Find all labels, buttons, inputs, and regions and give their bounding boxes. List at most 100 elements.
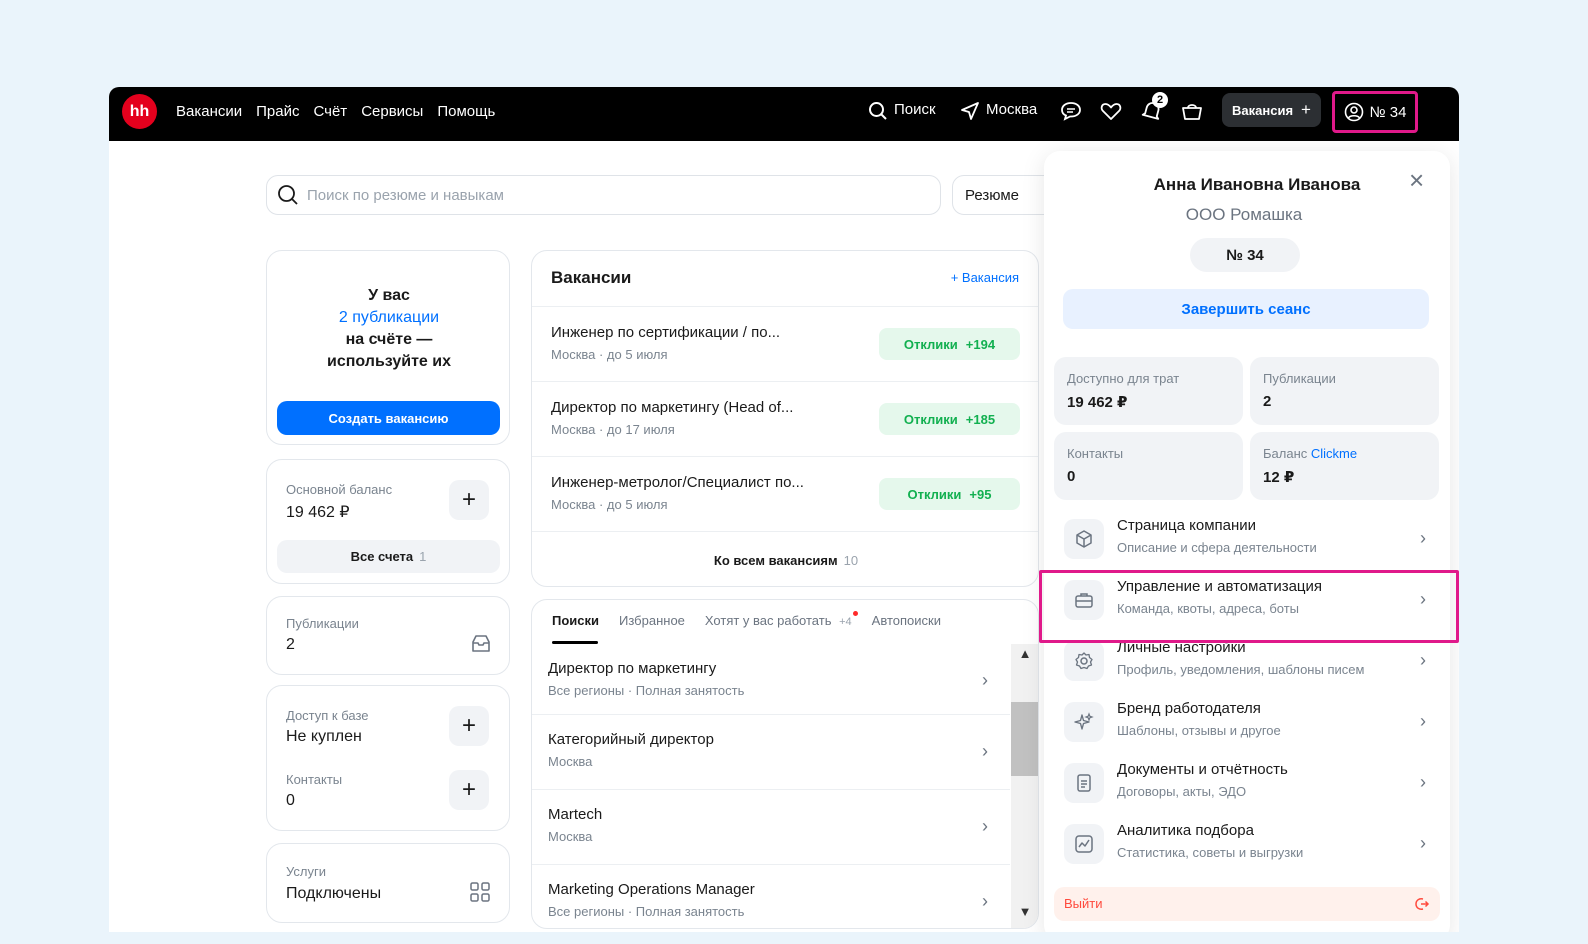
clickme-link[interactable]: Clickme — [1311, 446, 1357, 461]
hh-logo[interactable]: hh — [122, 94, 157, 129]
stat-available: Доступно для трат 19 462 ₽ — [1054, 357, 1243, 425]
top-up-button[interactable]: + — [449, 480, 489, 520]
stat-value: 0 — [1067, 468, 1076, 485]
resume-search-input[interactable] — [307, 186, 907, 204]
stat-value: 19 462 ₽ — [1067, 394, 1128, 411]
scrollbar[interactable]: ▲ ▼ — [1011, 644, 1038, 928]
responses-count: +194 — [965, 336, 996, 352]
scroll-down-arrow[interactable]: ▼ — [1011, 904, 1038, 924]
chat-icon[interactable] — [1059, 99, 1083, 123]
analytics-icon — [1064, 824, 1104, 864]
vacancy-row[interactable]: Инженер-метролог/Специалист по... Москва… — [532, 456, 1038, 531]
search-link[interactable]: Поиск — [894, 101, 936, 118]
publications-card[interactable]: Публикации 2 — [266, 596, 510, 675]
search-meta: Все регионы · Полная занятость — [548, 683, 745, 698]
heart-icon[interactable] — [1099, 99, 1123, 123]
vacancies-card: Вакансии + Вакансия Инженер по сертифика… — [531, 250, 1039, 587]
stat-value: 12 ₽ — [1263, 469, 1295, 486]
scroll-thumb[interactable] — [1011, 702, 1038, 776]
vacancies-title: Вакансии — [551, 268, 632, 287]
create-vacancy-button[interactable]: Создать вакансию — [277, 401, 500, 435]
logout-button[interactable]: Выйти — [1054, 887, 1440, 921]
new-vacancy-button[interactable]: Вакансия + — [1222, 93, 1321, 127]
all-vacancies-link[interactable]: Ко всем вакансиям 10 — [532, 531, 1038, 586]
chevron-right-icon: › — [1420, 528, 1426, 548]
search-icon[interactable] — [866, 99, 890, 123]
logout-label: Выйти — [1064, 896, 1103, 911]
search-row[interactable]: Martech Москва › — [532, 789, 1010, 864]
menu-documents-reports[interactable]: Документы и отчётность Договоры, акты, Э… — [1054, 753, 1440, 814]
vacancy-row[interactable]: Директор по маркетингу (Head of... Москв… — [532, 381, 1038, 456]
plus-icon: + — [461, 776, 476, 803]
basket-icon[interactable] — [1180, 99, 1204, 123]
search-meta: Москва — [548, 754, 593, 769]
company-name: ООО Ромашка — [1185, 205, 1303, 224]
profile-panel: Анна Ивановна Иванова × ООО Ромашка № 34… — [1044, 151, 1450, 932]
profile-name: Анна Ивановна Иванова — [1153, 175, 1361, 194]
buy-db-access-button[interactable]: + — [449, 706, 489, 746]
menu-employer-brand[interactable]: Бренд работодателя Шаблоны, отзывы и дру… — [1054, 692, 1440, 753]
vacancy-title: Директор по маркетингу (Head of... — [551, 399, 794, 416]
nav-help[interactable]: Помощь — [437, 103, 495, 120]
searches-card: Поиски Избранное Хотят у вас работать +4… — [531, 599, 1039, 929]
stat-label: Доступно для трат — [1067, 371, 1180, 386]
chevron-right-icon: › — [1420, 650, 1426, 670]
responses-badge[interactable]: Отклики +194 — [879, 328, 1020, 360]
chevron-right-icon: › — [1420, 711, 1426, 731]
menu-title: Аналитика подбора — [1117, 822, 1254, 839]
menu-management-automation[interactable]: Управление и автоматизация Команда, квот… — [1054, 570, 1440, 631]
services-value: Подключены — [286, 885, 382, 902]
nav-services[interactable]: Сервисы — [361, 103, 423, 120]
menu-subtitle: Договоры, акты, ЭДО — [1117, 784, 1247, 799]
search-row[interactable]: Директор по маркетингу Все регионы · Пол… — [532, 644, 1010, 719]
all-accounts-label: Все счета — [350, 549, 414, 564]
responses-label: Отклики — [907, 486, 962, 502]
tab-badge-count: +4 — [839, 616, 852, 628]
menu-subtitle: Команда, квоты, адреса, боты — [1117, 601, 1300, 616]
city-selector[interactable]: Москва — [986, 101, 1037, 118]
tab-searches[interactable]: Поиски — [552, 613, 599, 628]
all-accounts-count: 1 — [419, 549, 427, 564]
promo-publications-link[interactable]: 2 публикации — [267, 307, 511, 329]
services-card[interactable]: Услуги Подключены — [266, 843, 510, 923]
nav-price[interactable]: Прайс — [256, 103, 299, 120]
main-nav: Вакансии Прайс Счёт Сервисы Помощь — [176, 87, 495, 135]
search-row[interactable]: Категорийный директор Москва › — [532, 714, 1010, 789]
menu-subtitle: Профиль, уведомления, шаблоны писем — [1117, 662, 1365, 677]
add-vacancy-link[interactable]: + Вакансия — [951, 270, 1019, 285]
responses-badge[interactable]: Отклики +185 — [879, 403, 1020, 435]
end-session-button[interactable]: Завершить сеанс — [1063, 289, 1429, 329]
tab-favorites[interactable]: Избранное — [619, 613, 685, 628]
inbox-icon — [472, 635, 490, 652]
search-row[interactable]: Marketing Operations Manager Все регионы… — [532, 864, 1010, 928]
stat-label-text: Баланс — [1263, 446, 1308, 461]
services-label: Услуги — [286, 864, 326, 879]
tab-want-to-work[interactable]: Хотят у вас работать +4 — [705, 611, 858, 628]
menu-personal-settings[interactable]: Личные настройки Профиль, уведомления, ш… — [1054, 631, 1440, 692]
scroll-up-arrow[interactable]: ▲ — [1011, 646, 1038, 666]
nav-vacancies[interactable]: Вакансии — [176, 103, 242, 120]
db-access-value: Не куплен — [286, 728, 362, 745]
vacancy-title: Инженер по сертификации / по... — [551, 324, 781, 341]
plus-icon: + — [461, 712, 476, 739]
responses-label: Отклики — [903, 411, 958, 427]
account-button[interactable]: № 34 — [1332, 91, 1418, 133]
menu-company-page[interactable]: Страница компании Описание и сфера деяте… — [1054, 509, 1440, 570]
nav-bill[interactable]: Счёт — [313, 103, 347, 120]
stat-label: Контакты — [1067, 446, 1124, 461]
location-icon[interactable] — [958, 99, 982, 123]
promo-line4: используйте их — [327, 353, 451, 370]
buy-contacts-button[interactable]: + — [449, 770, 489, 810]
tab-autosearches[interactable]: Автопоиски — [872, 613, 941, 628]
stat-value: 2 — [1263, 393, 1272, 410]
all-accounts-button[interactable]: Все счета 1 — [277, 540, 500, 573]
responses-badge[interactable]: Отклики +95 — [879, 478, 1020, 510]
close-icon[interactable]: × — [1409, 167, 1424, 193]
balance-card: Основной баланс 19 462 ₽ + Все счета 1 — [266, 459, 510, 584]
building-icon — [1064, 519, 1104, 559]
menu-recruitment-analytics[interactable]: Аналитика подбора Статистика, советы и в… — [1054, 814, 1440, 875]
chevron-right-icon: › — [982, 741, 988, 761]
responses-count: +95 — [969, 486, 992, 502]
vacancy-row[interactable]: Инженер по сертификации / по... Москва ·… — [532, 306, 1038, 381]
stat-label: Публикации — [1263, 371, 1336, 386]
